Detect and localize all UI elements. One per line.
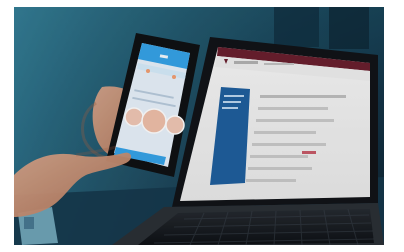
photo <box>14 7 384 245</box>
photo-frame <box>0 0 404 252</box>
scene-illustration <box>14 7 384 245</box>
vignette <box>14 7 384 245</box>
